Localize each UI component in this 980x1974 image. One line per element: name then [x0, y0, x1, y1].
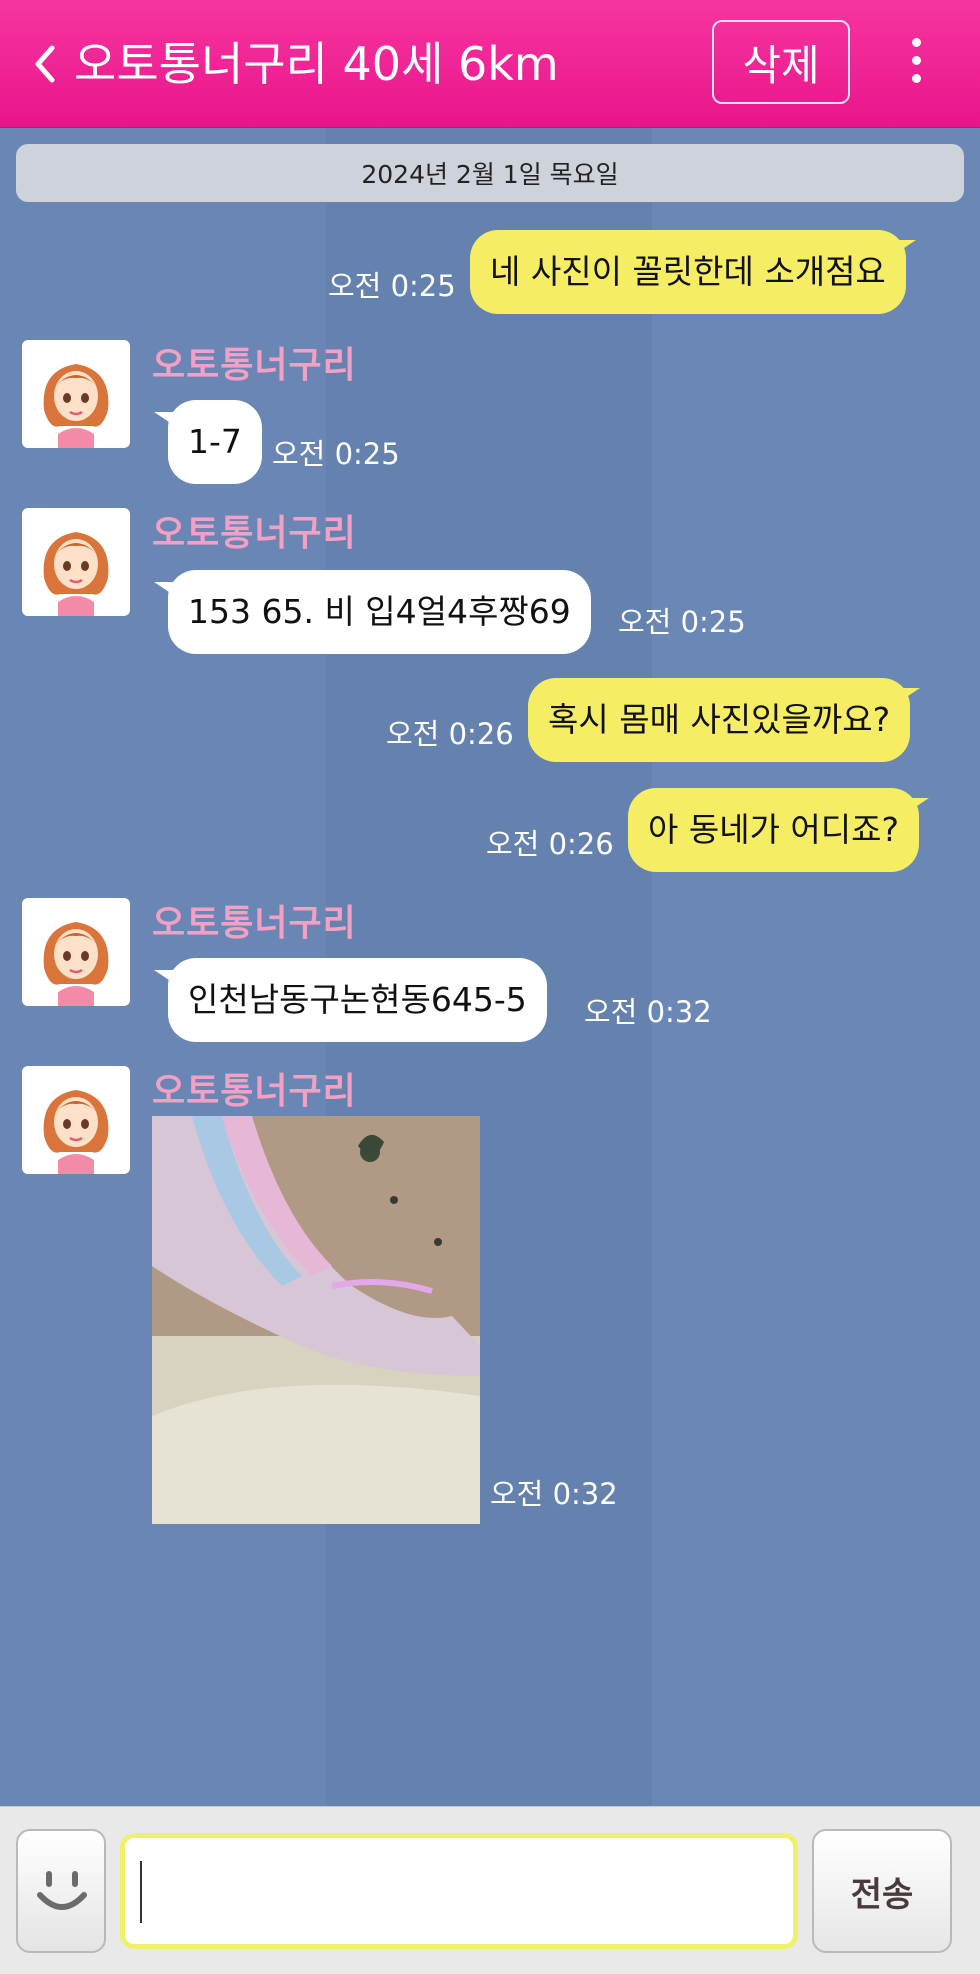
sender-name: 오토통너구리: [152, 345, 357, 386]
sender-name: 오토통너구리: [152, 903, 357, 944]
photo-message[interactable]: [152, 1116, 480, 1524]
girl-avatar-icon: [43, 1090, 109, 1174]
avatar[interactable]: [22, 508, 130, 616]
sender-name: 오토통너구리: [152, 1071, 357, 1112]
chat-header: 오토통너구리 40세 6km 삭제: [0, 0, 980, 128]
smiley-icon: [37, 1871, 87, 1910]
their-message-bubble[interactable]: 인천남동구논현동645-5: [154, 958, 547, 1042]
emoji-button[interactable]: [16, 1829, 106, 1953]
message-input[interactable]: [120, 1833, 798, 1949]
girl-avatar-icon: [43, 922, 109, 1006]
text-cursor: [140, 1861, 142, 1923]
message-time: 오전 0:32: [584, 995, 712, 1029]
message-time: 오전 0:26: [486, 827, 614, 861]
chat-title: 오토통너구리 40세 6km: [74, 37, 559, 91]
their-message-bubble[interactable]: 1-7: [154, 400, 262, 484]
send-button[interactable]: 전송: [812, 1829, 952, 1953]
message-input-bar: 전송: [0, 1806, 980, 1974]
my-message-bubble[interactable]: 네 사진이 꼴릿한데 소개점요: [470, 230, 916, 314]
chat-background: [652, 128, 980, 1806]
my-message-bubble[interactable]: 혹시 몸매 사진있을까요?: [528, 678, 921, 762]
date-divider: 2024년 2월 1일 목요일: [16, 144, 964, 202]
their-message-bubble[interactable]: 153 65. 비 입4얼4후짱69: [154, 570, 591, 654]
avatar[interactable]: [22, 340, 130, 448]
avatar[interactable]: [22, 898, 130, 1006]
message-time: 오전 0:25: [328, 269, 456, 303]
avatar[interactable]: [22, 1066, 130, 1174]
my-message-bubble[interactable]: 아 동네가 어디죠?: [628, 788, 930, 872]
girl-avatar-icon: [43, 364, 109, 448]
message-time: 오전 0:25: [272, 437, 400, 471]
message-time: 오전 0:26: [386, 717, 514, 751]
message-time: 오전 0:25: [618, 605, 746, 639]
more-options-icon[interactable]: [902, 38, 930, 88]
sender-name: 오토통너구리: [152, 513, 357, 554]
girl-avatar-icon: [43, 532, 109, 616]
photo-thumbnail: [152, 1116, 480, 1524]
message-time: 오전 0:32: [490, 1477, 618, 1511]
delete-button[interactable]: 삭제: [712, 20, 850, 104]
back-arrow-icon[interactable]: [30, 42, 60, 86]
